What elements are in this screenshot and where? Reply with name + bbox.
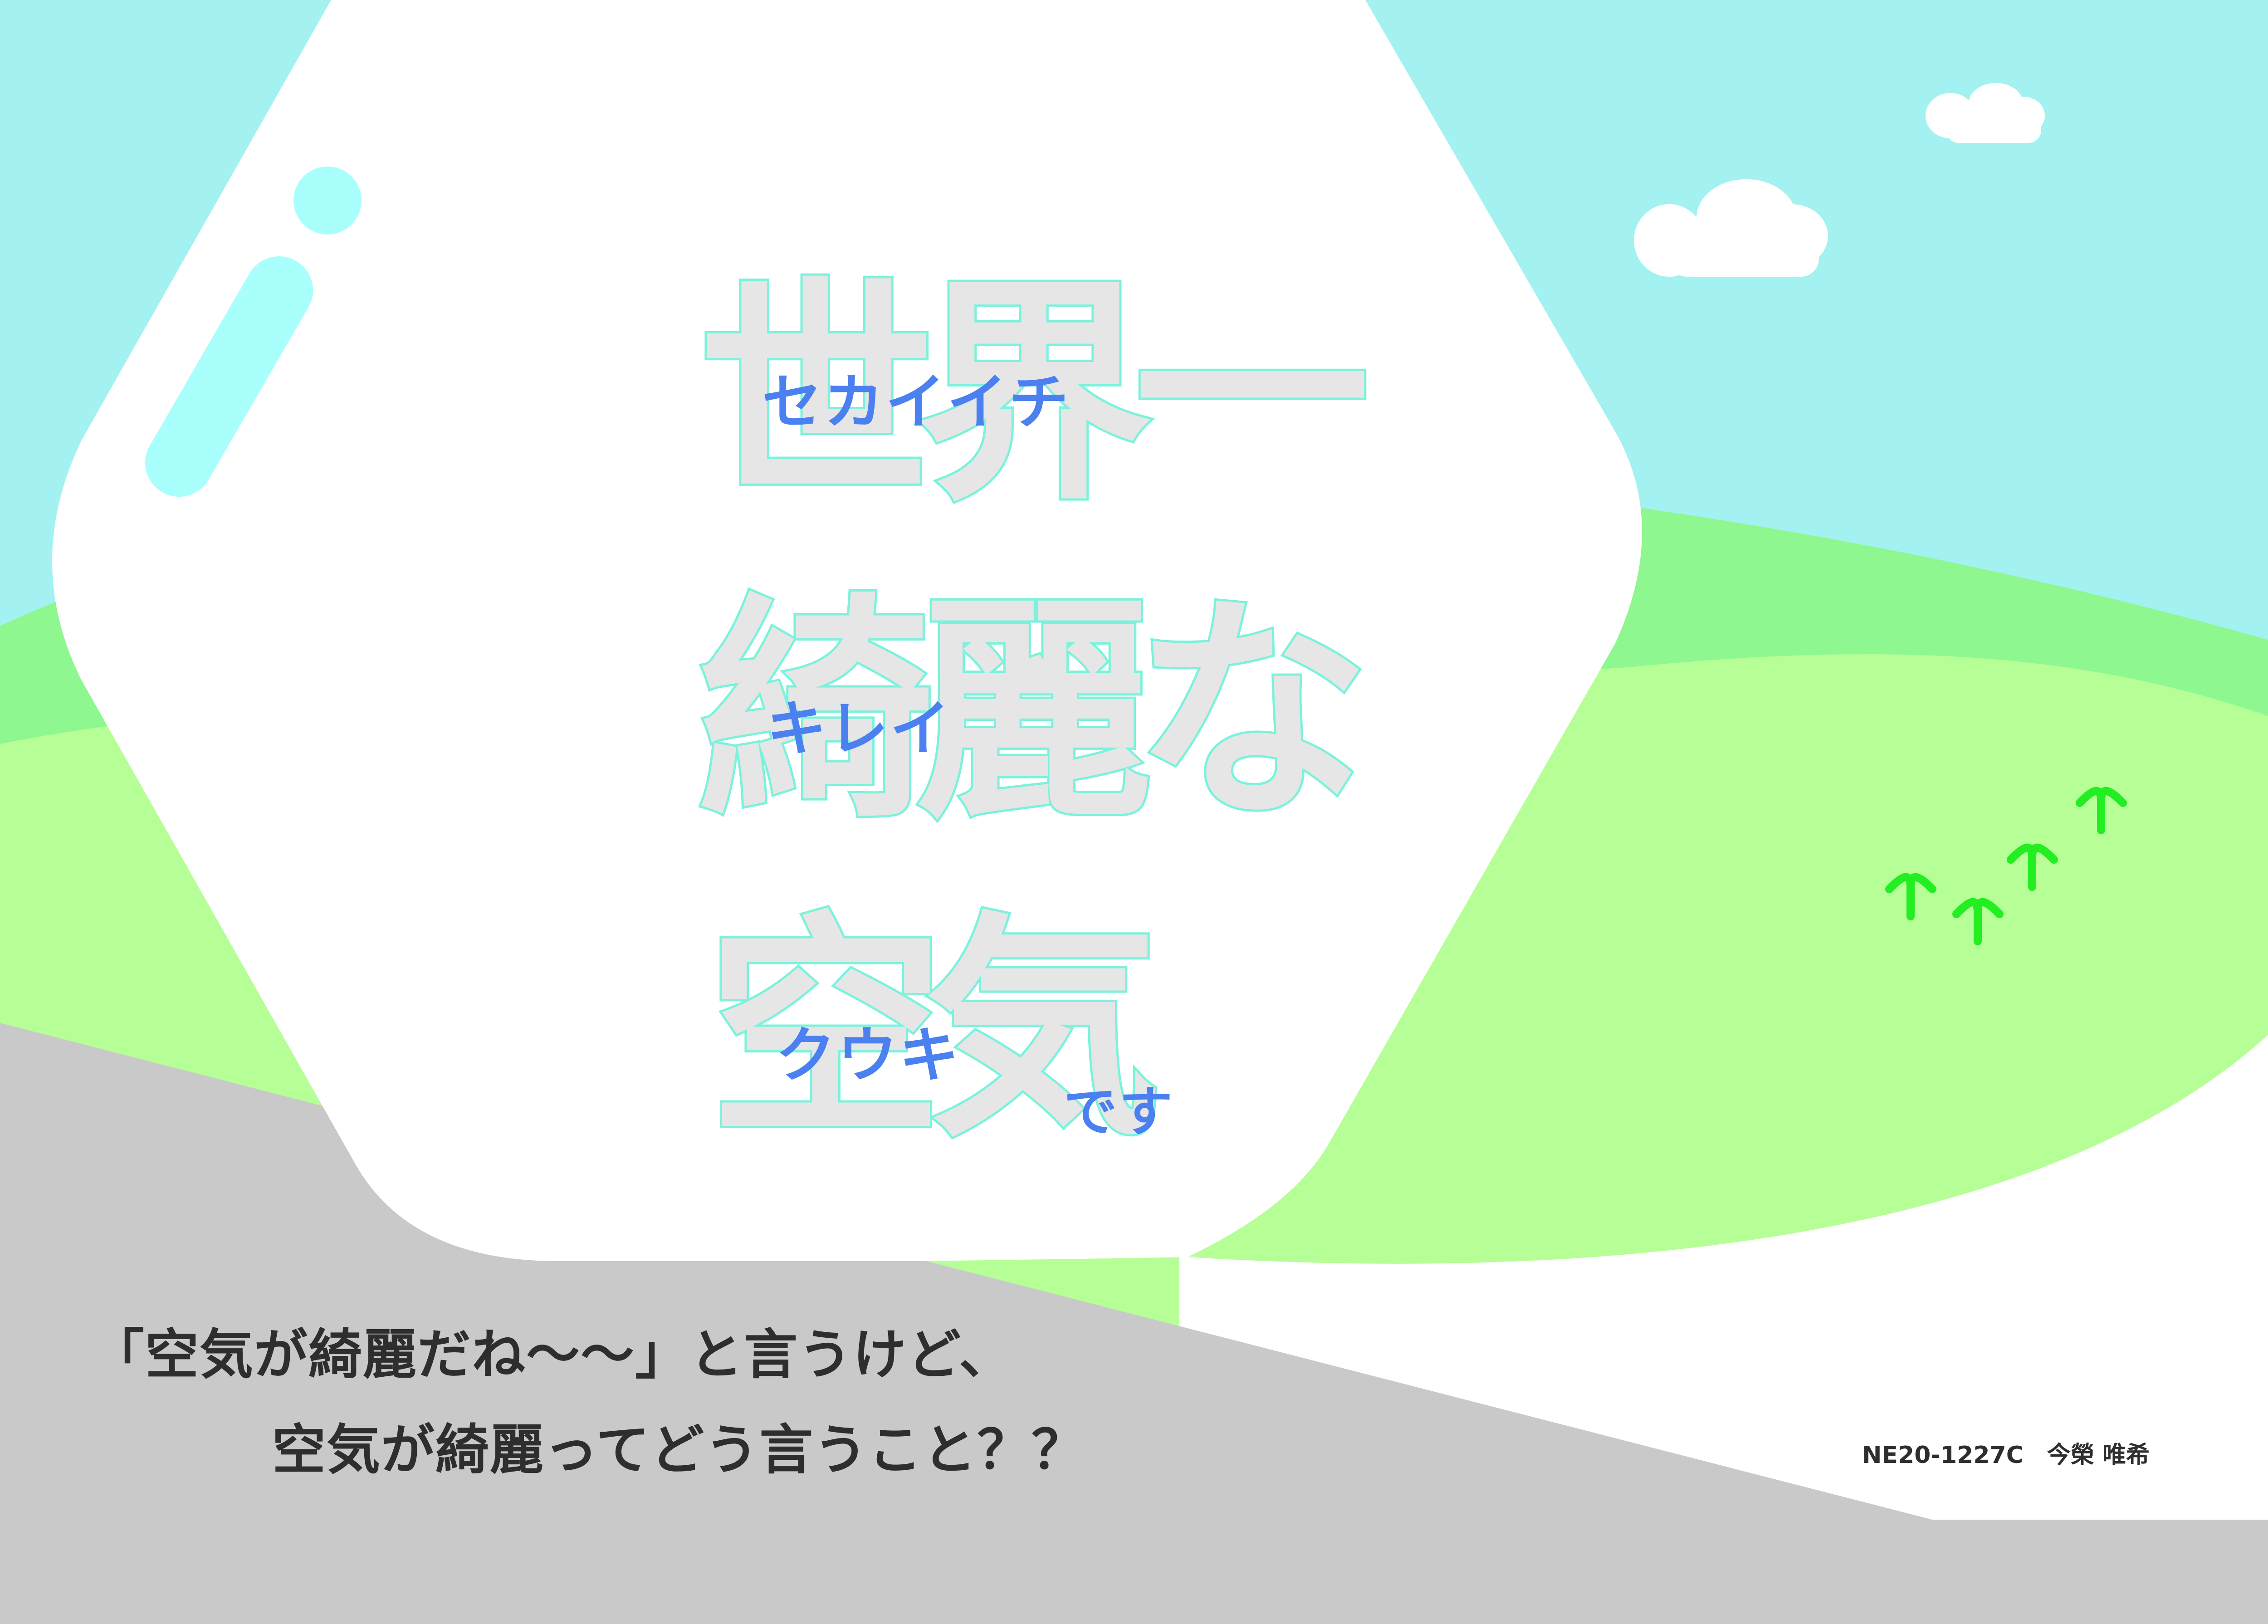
body-line1: 「空気が綺麗だね～～」と言うけど、 <box>91 1323 1014 1386</box>
title-line3-reading: クウキ <box>776 1021 961 1091</box>
title-line3-suffix: です <box>1064 1081 1175 1143</box>
author-credit: NE20-1227C 今榮 唯希 <box>1862 1442 2150 1469</box>
title-line2-reading: キレイ <box>767 694 952 764</box>
title-line1-reading: セカイイチ <box>762 367 1070 437</box>
body-line2: 空気が綺麗ってどう言うこと？？ <box>272 1419 1086 1481</box>
poster: 世界一 セカイイチ 綺麗な キレイ 空気 クウキ です 「空気が綺麗だね～～」と… <box>0 0 2268 1624</box>
